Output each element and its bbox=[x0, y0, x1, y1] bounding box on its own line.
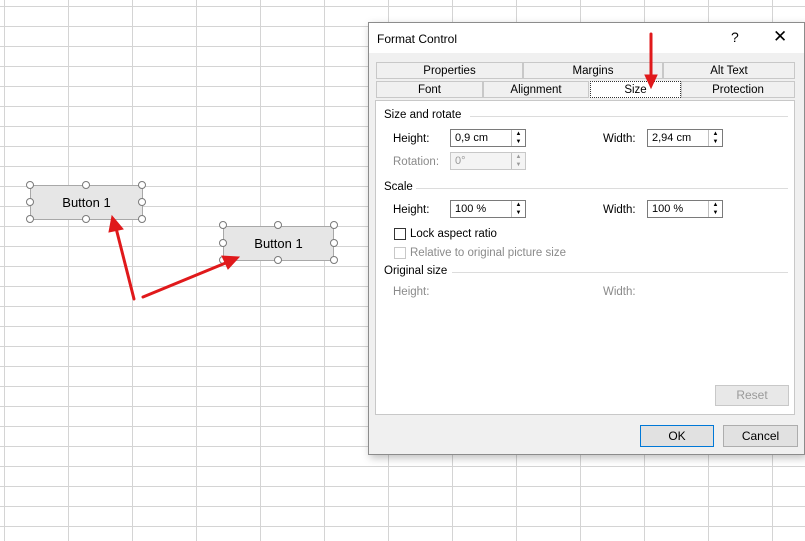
format-control-dialog: Format Control ? ✕ Properties Margins Al… bbox=[368, 22, 805, 455]
resize-handle[interactable] bbox=[219, 256, 227, 264]
tab-label: Protection bbox=[712, 84, 764, 96]
spin-down-icon[interactable]: ▼ bbox=[512, 138, 525, 146]
spin-up-icon[interactable]: ▲ bbox=[512, 201, 525, 209]
reset-label: Reset bbox=[736, 388, 768, 402]
tab-label: Alt Text bbox=[710, 65, 748, 77]
tab-label: Alignment bbox=[510, 84, 562, 96]
resize-handle[interactable] bbox=[138, 198, 146, 206]
resize-handle[interactable] bbox=[82, 215, 90, 223]
cancel-label: Cancel bbox=[741, 429, 780, 443]
resize-handle[interactable] bbox=[82, 181, 90, 189]
height-spinner[interactable]: 0,9 cm ▲ ▼ bbox=[450, 129, 526, 147]
divider bbox=[416, 188, 788, 189]
width-label: Width: bbox=[603, 133, 636, 145]
height-label: Height: bbox=[393, 133, 430, 145]
resize-handle[interactable] bbox=[330, 221, 338, 229]
scale-height-spinner[interactable]: 100 % ▲ ▼ bbox=[450, 200, 526, 218]
lock-aspect-ratio-checkbox[interactable] bbox=[394, 228, 406, 240]
tab-margins[interactable]: Margins bbox=[523, 62, 663, 79]
tab-label: Properties bbox=[423, 65, 476, 77]
section-original-size: Original size bbox=[384, 265, 448, 277]
divider bbox=[452, 272, 788, 273]
scale-width-label: Width: bbox=[603, 204, 636, 216]
resize-handle[interactable] bbox=[26, 198, 34, 206]
spin-up-icon[interactable]: ▲ bbox=[709, 201, 722, 209]
annotation-arrow bbox=[114, 226, 136, 301]
reset-button: Reset bbox=[715, 385, 789, 406]
resize-handle[interactable] bbox=[26, 181, 34, 189]
sheet-button-1-label: Button 1 bbox=[62, 195, 111, 210]
rotation-value: 0° bbox=[455, 155, 466, 167]
width-value: 2,94 cm bbox=[652, 132, 692, 144]
cancel-button[interactable]: Cancel bbox=[723, 425, 798, 447]
spin-up-icon[interactable]: ▲ bbox=[512, 130, 525, 138]
scale-height-value: 100 % bbox=[455, 203, 487, 215]
original-height-label: Height: bbox=[393, 286, 430, 298]
spin-down-icon[interactable]: ▼ bbox=[709, 209, 722, 217]
resize-handle[interactable] bbox=[330, 239, 338, 247]
resize-handle[interactable] bbox=[138, 215, 146, 223]
tab-size[interactable]: Size bbox=[590, 81, 681, 98]
tab-alignment[interactable]: Alignment bbox=[483, 81, 589, 98]
size-tab-panel: Size and rotate Height: 0,9 cm ▲ ▼ Width:… bbox=[375, 100, 795, 415]
height-value: 0,9 cm bbox=[455, 132, 489, 144]
resize-handle[interactable] bbox=[274, 221, 282, 229]
tab-properties[interactable]: Properties bbox=[376, 62, 523, 79]
ok-label: OK bbox=[668, 429, 686, 443]
annotation-arrow bbox=[141, 260, 230, 299]
help-icon[interactable]: ? bbox=[731, 29, 739, 45]
dialog-titlebar[interactable]: Format Control ? ✕ bbox=[369, 23, 804, 53]
width-spinner[interactable]: 2,94 cm ▲ ▼ bbox=[647, 129, 723, 147]
spin-down-icon: ▼ bbox=[515, 162, 522, 168]
dialog-title: Format Control bbox=[377, 32, 458, 46]
resize-handle[interactable] bbox=[26, 215, 34, 223]
lock-aspect-ratio-label[interactable]: Lock aspect ratio bbox=[410, 228, 497, 240]
scale-height-label: Height: bbox=[393, 204, 430, 216]
sheet-button-2-label: Button 1 bbox=[254, 236, 303, 251]
resize-handle[interactable] bbox=[219, 239, 227, 247]
divider bbox=[470, 116, 788, 117]
tab-protection[interactable]: Protection bbox=[681, 81, 795, 98]
relative-size-checkbox bbox=[394, 247, 406, 259]
section-scale: Scale bbox=[384, 181, 413, 193]
ok-button[interactable]: OK bbox=[640, 425, 714, 447]
resize-handle[interactable] bbox=[138, 181, 146, 189]
resize-handle[interactable] bbox=[219, 221, 227, 229]
tab-label: Font bbox=[417, 84, 441, 96]
spin-up-icon[interactable]: ▲ bbox=[709, 130, 722, 138]
spin-down-icon[interactable]: ▼ bbox=[512, 209, 525, 217]
spin-up-icon: ▲ bbox=[515, 154, 522, 160]
resize-handle[interactable] bbox=[274, 256, 282, 264]
tab-label: Margins bbox=[572, 65, 614, 77]
tab-label: Size bbox=[624, 84, 647, 96]
original-width-label: Width: bbox=[603, 286, 636, 298]
scale-width-spinner[interactable]: 100 % ▲ ▼ bbox=[647, 200, 723, 218]
scale-width-value: 100 % bbox=[652, 203, 684, 215]
tab-alt-text[interactable]: Alt Text bbox=[663, 62, 795, 79]
relative-size-label: Relative to original picture size bbox=[410, 247, 566, 259]
section-size-and-rotate: Size and rotate bbox=[384, 109, 462, 121]
resize-handle[interactable] bbox=[330, 256, 338, 264]
rotation-label: Rotation: bbox=[393, 156, 440, 168]
tab-font[interactable]: Font bbox=[376, 81, 483, 98]
close-icon[interactable]: ✕ bbox=[773, 27, 787, 47]
rotation-spinner: 0° ▲ ▼ bbox=[450, 152, 526, 170]
spin-down-icon[interactable]: ▼ bbox=[709, 138, 722, 146]
